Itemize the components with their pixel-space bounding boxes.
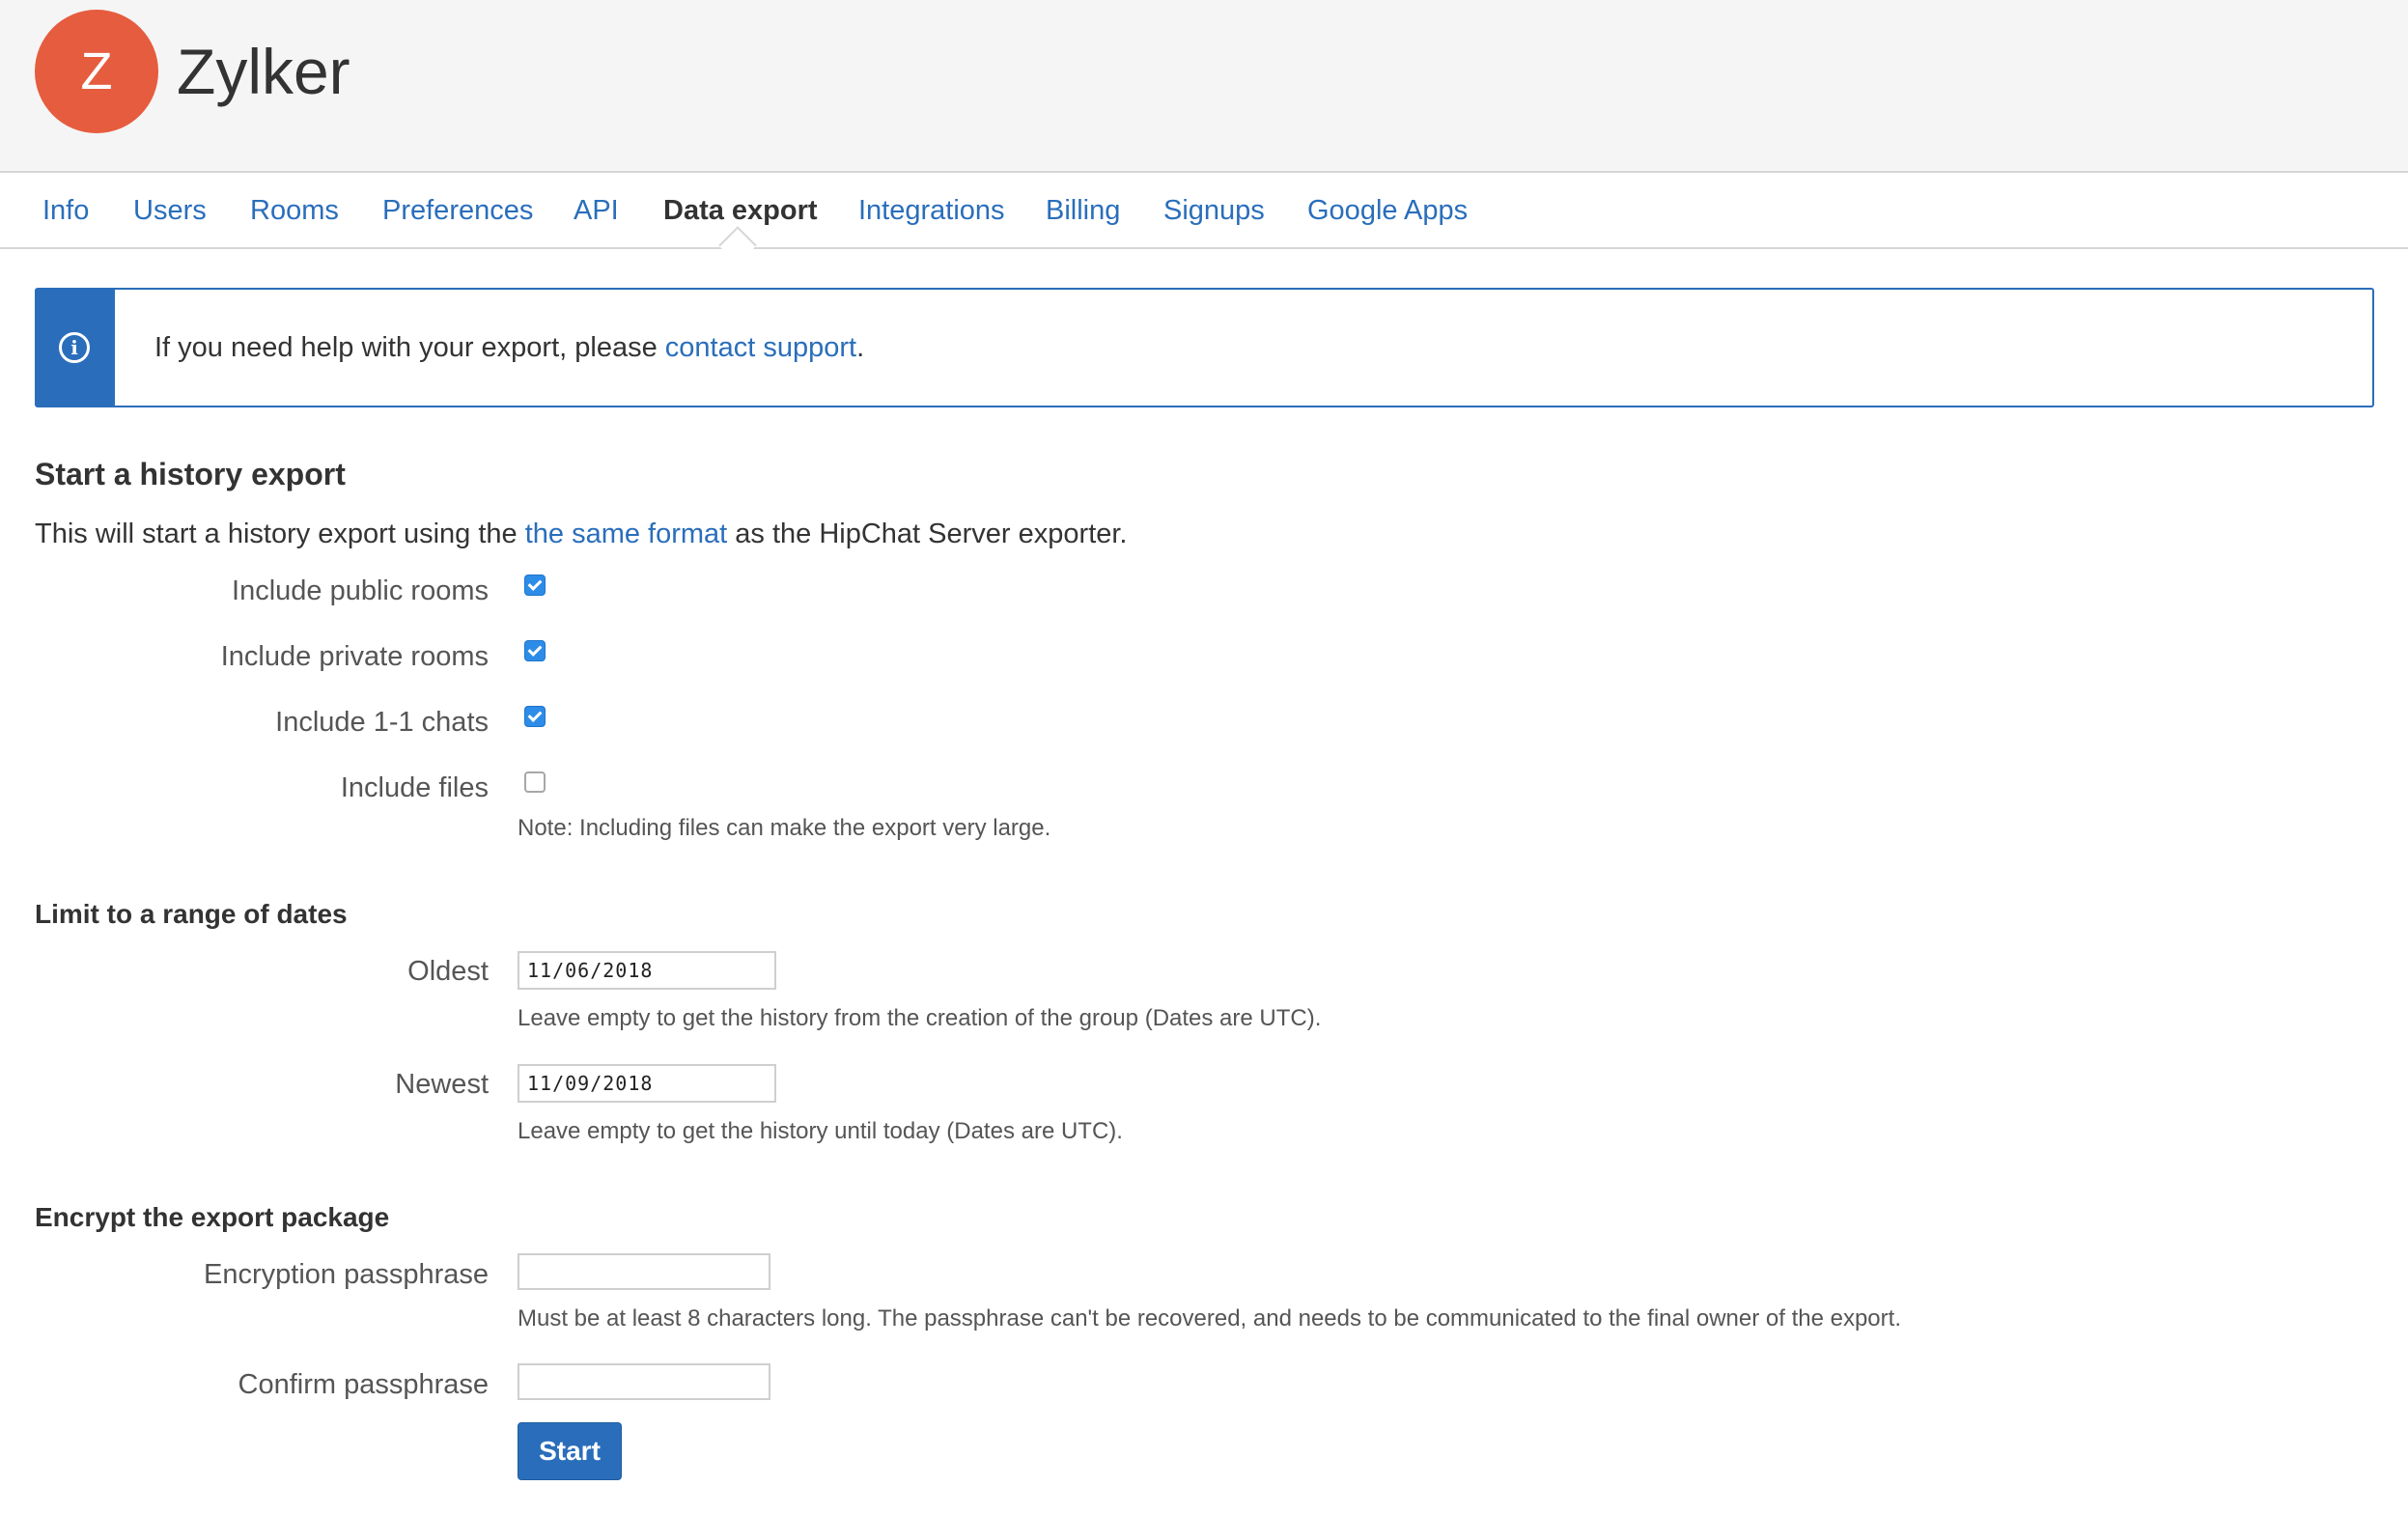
start-button[interactable]: Start bbox=[518, 1422, 622, 1480]
top-header: Z Zylker bbox=[0, 0, 2408, 173]
contact-support-link[interactable]: contact support bbox=[665, 332, 856, 363]
checkmark-icon bbox=[527, 708, 543, 722]
include-files-checkbox[interactable] bbox=[524, 771, 546, 793]
tab-info[interactable]: Info bbox=[42, 175, 89, 247]
encryption-passphrase-label: Encryption passphrase bbox=[204, 1259, 489, 1290]
history-export-intro: This will start a history export using t… bbox=[35, 516, 1128, 552]
encryption-passphrase-input[interactable] bbox=[518, 1253, 770, 1290]
newest-help: Leave empty to get the history until tod… bbox=[518, 1118, 1123, 1144]
tab-google-apps[interactable]: Google Apps bbox=[1307, 175, 1468, 247]
same-format-link[interactable]: the same format bbox=[525, 519, 728, 549]
tab-preferences[interactable]: Preferences bbox=[382, 175, 533, 247]
encryption-title: Encrypt the export package bbox=[35, 1202, 390, 1232]
org-logo: Z bbox=[35, 10, 158, 133]
org-name: Zylker bbox=[177, 36, 350, 107]
include-files-note: Note: Including files can make the expor… bbox=[518, 815, 1051, 841]
admin-tabs: Info Users Rooms Preferences API Data ex… bbox=[0, 175, 2408, 249]
info-banner-text: If you need help with your export, pleas… bbox=[154, 328, 864, 367]
confirm-passphrase-label: Confirm passphrase bbox=[238, 1369, 490, 1400]
checkmark-icon bbox=[527, 576, 543, 591]
history-export-title: Start a history export bbox=[35, 457, 346, 491]
include-private-rooms-checkbox[interactable] bbox=[524, 640, 546, 661]
oldest-label: Oldest bbox=[407, 956, 489, 987]
intro-text-before: This will start a history export using t… bbox=[35, 519, 525, 549]
include-private-rooms-label: Include private rooms bbox=[220, 641, 489, 672]
info-banner: i If you need help with your export, ple… bbox=[35, 288, 2374, 407]
include-public-rooms-checkbox[interactable] bbox=[524, 575, 546, 596]
intro-text-after: as the HipChat Server exporter. bbox=[727, 519, 1128, 549]
include-public-rooms-label: Include public rooms bbox=[232, 575, 489, 606]
oldest-help: Leave empty to get the history from the … bbox=[518, 1005, 1322, 1031]
tab-signups[interactable]: Signups bbox=[1163, 175, 1265, 247]
tab-billing[interactable]: Billing bbox=[1046, 175, 1120, 247]
oldest-date-input[interactable] bbox=[518, 951, 776, 990]
info-text-before: If you need help with your export, pleas… bbox=[154, 332, 665, 363]
date-range-title: Limit to a range of dates bbox=[35, 899, 348, 929]
include-1-1-chats-label: Include 1-1 chats bbox=[275, 707, 489, 738]
confirm-passphrase-input[interactable] bbox=[518, 1363, 770, 1400]
newest-label: Newest bbox=[395, 1069, 489, 1100]
checkmark-icon bbox=[527, 642, 543, 657]
info-icon: i bbox=[59, 332, 90, 363]
encryption-passphrase-help: Must be at least 8 characters long. The … bbox=[518, 1305, 1901, 1332]
tab-users[interactable]: Users bbox=[133, 175, 207, 247]
org-logo-letter: Z bbox=[80, 42, 113, 100]
include-files-label: Include files bbox=[340, 772, 489, 803]
include-1-1-chats-checkbox[interactable] bbox=[524, 706, 546, 727]
tab-rooms[interactable]: Rooms bbox=[250, 175, 339, 247]
tab-integrations[interactable]: Integrations bbox=[858, 175, 1005, 247]
info-text-after: . bbox=[856, 332, 865, 363]
info-banner-side: i bbox=[37, 290, 115, 406]
tab-api[interactable]: API bbox=[574, 175, 619, 247]
newest-date-input[interactable] bbox=[518, 1064, 776, 1103]
